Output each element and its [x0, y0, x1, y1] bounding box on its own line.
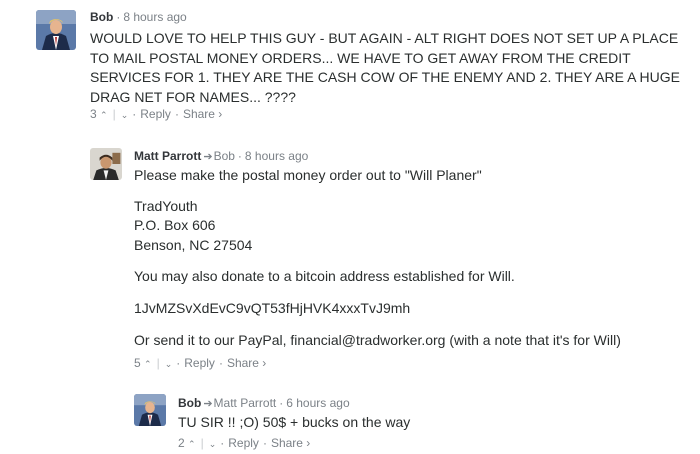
- comment-actions: 5 ⌃ | ⌄ · Reply · Share ›: [134, 356, 266, 370]
- comment-actions: 3 ⌃ | ⌄ · Reply · Share ›: [90, 107, 222, 121]
- comment-paragraph: Or send it to our PayPal, financial@trad…: [134, 331, 621, 348]
- vote-count: 2: [178, 436, 185, 450]
- vote-divider: |: [200, 436, 204, 450]
- comment-paragraph: Benson, NC 27504: [134, 236, 253, 253]
- chevron-down-icon[interactable]: ⌄: [209, 439, 217, 449]
- reply-to-name[interactable]: Matt Parrott: [214, 396, 277, 410]
- meta-separator: ·: [116, 10, 121, 24]
- reply-arrow-icon: ➔: [203, 151, 213, 163]
- timestamp[interactable]: 8 hours ago: [245, 149, 308, 163]
- actions-separator: ·: [218, 356, 223, 370]
- avatar[interactable]: [134, 394, 166, 426]
- comment-meta: Bob · 8 hours ago: [90, 10, 187, 24]
- bitcoin-address: 1JvMZSvXdEvC9vQT53fHjHVK4xxxTvJ9mh: [134, 299, 411, 316]
- comment-line: TU SIR !! ;O) 50$ + bucks on the way: [178, 414, 411, 430]
- timestamp[interactable]: 8 hours ago: [123, 10, 186, 24]
- comment-body: WOULD LOVE TO HELP THIS GUY - BUT AGAIN …: [90, 29, 690, 107]
- comment-bob-2: Bob ➔Matt Parrott · 6 hours ago TU SIR !! ;…: [0, 388, 700, 454]
- chevron-up-icon[interactable]: ⌃: [188, 439, 196, 449]
- actions-separator: ·: [176, 356, 181, 370]
- vote-divider: |: [112, 107, 116, 121]
- comment-paragraph: Please make the postal money order out t…: [134, 167, 482, 183]
- comment-line: SERVICES FOR 1. THEY ARE THE CASH COW OF…: [90, 69, 680, 86]
- comment-paragraph: You may also donate to a bitcoin address…: [134, 268, 515, 285]
- actions-separator: ·: [262, 436, 267, 450]
- comment-meta: Matt Parrott ➔Bob · 8 hours ago: [134, 149, 308, 163]
- chevron-down-icon[interactable]: ⌄: [165, 359, 173, 369]
- actions-separator: ·: [132, 107, 137, 121]
- avatar-image: [134, 394, 166, 426]
- reply-link[interactable]: Reply: [184, 356, 215, 370]
- author-name[interactable]: Bob: [178, 396, 201, 410]
- avatar[interactable]: [36, 10, 76, 50]
- comment-paragraph: P.O. Box 606: [134, 217, 216, 234]
- author-name[interactable]: Matt Parrott: [134, 149, 201, 163]
- chevron-up-icon[interactable]: ⌃: [144, 359, 152, 369]
- vote-divider: |: [156, 356, 160, 370]
- comment-paragraph: TradYouth: [134, 197, 198, 214]
- reply-link[interactable]: Reply: [228, 436, 259, 450]
- chevron-up-icon[interactable]: ⌃: [100, 110, 108, 120]
- avatar[interactable]: [90, 148, 122, 180]
- share-link[interactable]: Share ›: [271, 436, 310, 450]
- share-link[interactable]: Share ›: [183, 107, 222, 121]
- reply-to-name[interactable]: Bob: [214, 149, 235, 163]
- share-link[interactable]: Share ›: [227, 356, 266, 370]
- reply-arrow-icon: ➔: [203, 398, 213, 410]
- chevron-down-icon[interactable]: ⌄: [121, 110, 129, 120]
- author-name[interactable]: Bob: [90, 10, 113, 24]
- avatar-image: [90, 148, 122, 180]
- comment-line: TO MAIL POSTAL MONEY ORDERS... WE HAVE T…: [90, 49, 631, 66]
- comment-line: DRAG NET FOR NAMES... ????: [90, 88, 296, 105]
- comment-meta: Bob ➔Matt Parrott · 6 hours ago: [178, 396, 350, 410]
- comment-actions: 2 ⌃ | ⌄ · Reply · Share ›: [178, 436, 310, 450]
- comment-line: WOULD LOVE TO HELP THIS GUY - BUT AGAIN …: [90, 30, 679, 46]
- actions-separator: ·: [220, 436, 225, 450]
- comment-body: Please make the postal money order out t…: [134, 166, 694, 350]
- actions-separator: ·: [174, 107, 179, 121]
- vote-count: 3: [90, 107, 97, 121]
- comment-body: TU SIR !! ;O) 50$ + bucks on the way: [178, 413, 678, 433]
- meta-separator: ·: [237, 149, 242, 163]
- timestamp[interactable]: 6 hours ago: [286, 396, 349, 410]
- meta-separator: ·: [279, 396, 284, 410]
- reply-link[interactable]: Reply: [140, 107, 171, 121]
- comment-matt-parrott: Matt Parrott ➔Bob · 8 hours ago Please make…: [0, 140, 700, 375]
- avatar-image: [36, 10, 76, 50]
- comment-bob-1: Bob · 8 hours ago WOULD LOVE TO HELP THIS …: [0, 0, 700, 130]
- vote-count: 5: [134, 356, 141, 370]
